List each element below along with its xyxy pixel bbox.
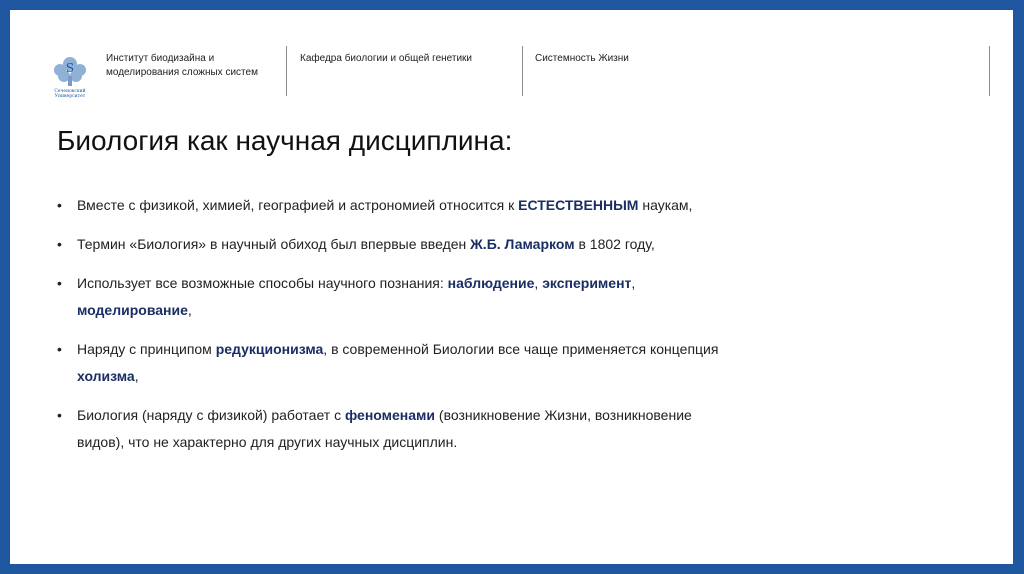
highlight-term: феноменами xyxy=(344,407,436,423)
logo-text-line2: Университет xyxy=(55,93,86,99)
bullet-dot: • xyxy=(57,236,62,252)
highlight-term: Ж.Б. Ламарком xyxy=(470,236,575,252)
bullet-item: • Биология (наряду с физикой) работает с… xyxy=(57,402,737,456)
university-logo: S Сеченовский Университет xyxy=(46,52,94,100)
bullet-dot: • xyxy=(57,407,62,423)
bullet-item: • Вместе с физикой, химией, географией и… xyxy=(57,192,737,219)
institute-line-1: Институт биодизайна и xyxy=(106,53,215,64)
bullet-item: • Использует все возможные способы научн… xyxy=(57,270,737,324)
institute-name: Институт биодизайна и моделирования слож… xyxy=(106,52,258,80)
bullet-item: • Наряду с принципом редукционизма, в со… xyxy=(57,336,737,390)
slide-frame: S Сеченовский Университет Институт биоди… xyxy=(0,0,1024,574)
bullet-text: наукам, xyxy=(638,197,693,213)
bullet-text: Наряду с принципом xyxy=(77,341,216,357)
bullet-text: в 1802 году, xyxy=(574,236,655,252)
bullet-dot: • xyxy=(57,341,62,357)
header-divider-2 xyxy=(522,46,523,96)
header-divider-3 xyxy=(989,46,990,96)
section-name: Системность Жизни xyxy=(535,53,629,64)
header-divider-1 xyxy=(286,46,287,96)
bullet-item: • Термин «Биология» в научный обиход был… xyxy=(57,231,737,258)
bullet-text: Термин «Биология» в научный обиход был в… xyxy=(77,236,471,252)
header: S Сеченовский Университет Институт биоди… xyxy=(46,46,996,100)
bullet-text: Биология (наряду с физикой) работает с xyxy=(77,407,345,423)
bullet-text: Использует все возможные способы научног… xyxy=(77,275,448,291)
bullet-text: Вместе с физикой, химией, географией и а… xyxy=(77,197,519,213)
highlight-term: холизма xyxy=(77,368,135,384)
bullet-dot: • xyxy=(57,275,62,291)
bullet-text: , в современной Биологии все чаще примен… xyxy=(323,341,719,357)
department-name: Кафедра биологии и общей генетики xyxy=(300,53,473,64)
highlight-term: эксперимент xyxy=(542,275,632,291)
highlight-term: редукционизма xyxy=(215,341,324,357)
bullet-dot: • xyxy=(57,197,62,213)
bullet-list: • Вместе с физикой, химией, географией и… xyxy=(57,192,737,468)
bullet-text: , xyxy=(631,275,636,291)
highlight-term: ЕСТЕСТВЕННЫМ xyxy=(518,197,639,213)
slide-title: Биология как научная дисциплина: xyxy=(57,125,513,156)
svg-text:S: S xyxy=(66,61,74,75)
highlight-term: моделирование xyxy=(77,302,188,318)
bullet-text: , xyxy=(134,368,139,384)
highlight-term: наблюдение xyxy=(447,275,535,291)
bullet-text: , xyxy=(187,302,192,318)
institute-line-2: моделирования сложных систем xyxy=(106,67,258,78)
